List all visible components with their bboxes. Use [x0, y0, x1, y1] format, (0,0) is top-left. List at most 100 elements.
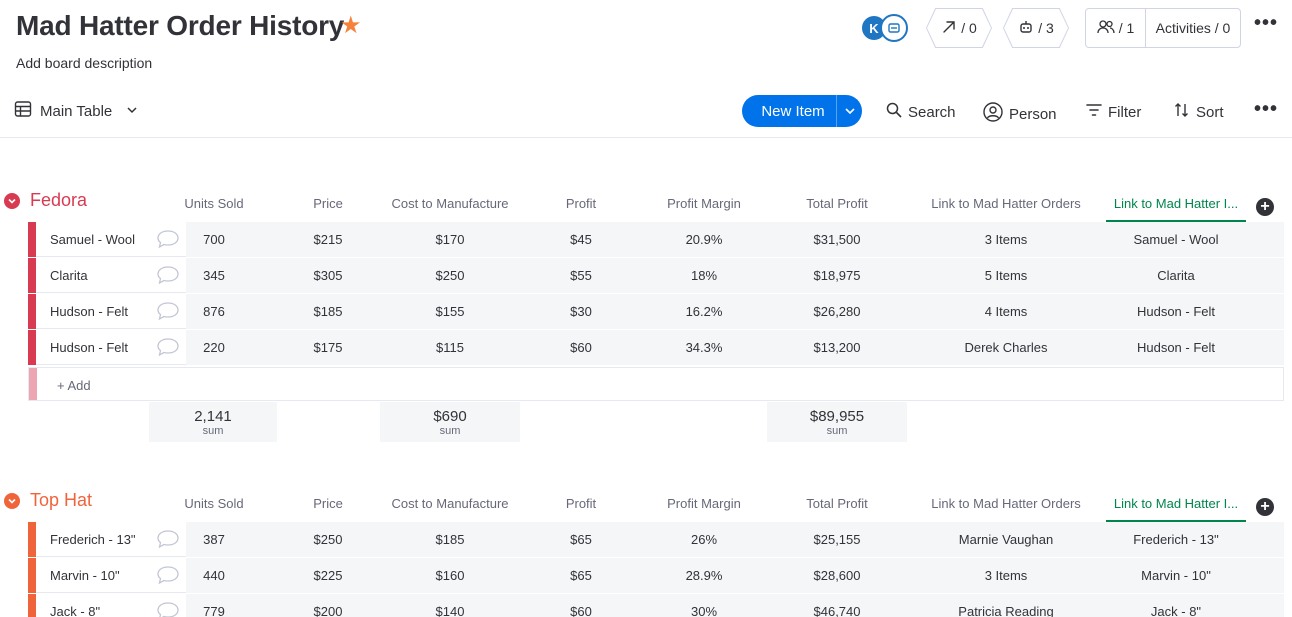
cell-link-items[interactable]: Jack - 8": [1106, 604, 1246, 617]
column-header-profit[interactable]: Profit: [522, 196, 640, 211]
cell-profit[interactable]: $45: [522, 232, 640, 247]
column-header-link-orders[interactable]: Link to Mad Hatter Orders: [908, 496, 1104, 511]
table-row[interactable]: Marvin - 10" 440 $225 $160 $65 28.9% $28…: [28, 558, 1284, 594]
cell-link-items[interactable]: Hudson - Felt: [1106, 340, 1246, 355]
cell-cost[interactable]: $250: [380, 268, 520, 283]
table-row[interactable]: Hudson - Felt 220 $175 $115 $60 34.3% $1…: [28, 330, 1284, 366]
cell-link-items[interactable]: Hudson - Felt: [1106, 304, 1246, 319]
item-name-cell[interactable]: Samuel - Wool: [36, 222, 186, 257]
cell-profit-margin[interactable]: 18%: [644, 268, 764, 283]
automations-button[interactable]: / 0: [926, 8, 992, 48]
add-column-icon[interactable]: +: [1256, 198, 1274, 216]
item-name-cell[interactable]: Hudson - Felt: [36, 330, 186, 365]
group-title[interactable]: Top Hat: [30, 490, 92, 511]
item-name[interactable]: Marvin - 10": [50, 568, 120, 583]
cell-total-profit[interactable]: $46,740: [768, 604, 906, 617]
cell-cost[interactable]: $160: [380, 568, 520, 583]
item-name-cell[interactable]: Frederich - 13": [36, 522, 186, 557]
integrations-button[interactable]: / 3: [1003, 8, 1069, 48]
cell-profit-margin[interactable]: 34.3%: [644, 340, 764, 355]
cell-units-sold[interactable]: 345: [180, 268, 248, 283]
cell-profit[interactable]: $55: [522, 268, 640, 283]
person-filter-button[interactable]: Person: [983, 102, 1057, 126]
cell-link-items[interactable]: Samuel - Wool: [1106, 232, 1246, 247]
toolbar-more-icon[interactable]: •••: [1254, 98, 1278, 121]
cell-units-sold[interactable]: 440: [180, 568, 248, 583]
cell-price[interactable]: $215: [280, 232, 376, 247]
cell-link-orders[interactable]: Patricia Reading: [908, 604, 1104, 617]
guest-avatar-icon[interactable]: [880, 14, 908, 42]
add-item-label[interactable]: + Add: [57, 378, 91, 393]
column-header-total-profit[interactable]: Total Profit: [768, 496, 906, 511]
column-header-price[interactable]: Price: [280, 196, 376, 211]
cell-price[interactable]: $200: [280, 604, 376, 617]
cell-link-orders[interactable]: 5 Items: [908, 268, 1104, 283]
board-title[interactable]: Mad Hatter Order History: [16, 10, 344, 42]
new-item-chevron-icon[interactable]: [836, 95, 862, 127]
cell-units-sold[interactable]: 387: [180, 532, 248, 547]
column-header-link-items[interactable]: Link to Mad Hatter I...: [1106, 196, 1246, 222]
group-title[interactable]: Fedora: [30, 190, 87, 211]
table-row[interactable]: Hudson - Felt 876 $185 $155 $30 16.2% $2…: [28, 294, 1284, 330]
cell-profit[interactable]: $65: [522, 568, 640, 583]
chevron-down-icon[interactable]: [126, 103, 138, 120]
cell-link-items[interactable]: Marvin - 10": [1106, 568, 1246, 583]
board-avatars[interactable]: K: [860, 14, 920, 42]
group-title-wrap[interactable]: Fedora: [4, 190, 87, 211]
column-header-total-profit[interactable]: Total Profit: [768, 196, 906, 211]
members-button[interactable]: / 1: [1086, 9, 1146, 47]
search-button[interactable]: Search: [886, 102, 956, 122]
table-row[interactable]: Frederich - 13" 387 $250 $185 $65 26% $2…: [28, 522, 1284, 558]
item-name[interactable]: Samuel - Wool: [50, 232, 135, 247]
cell-link-orders[interactable]: 4 Items: [908, 304, 1104, 319]
board-description[interactable]: Add board description: [16, 55, 152, 71]
column-header-profit[interactable]: Profit: [522, 496, 640, 511]
cell-profit[interactable]: $65: [522, 532, 640, 547]
cell-link-orders[interactable]: Marnie Vaughan: [908, 532, 1104, 547]
cell-cost[interactable]: $185: [380, 532, 520, 547]
cell-cost[interactable]: $140: [380, 604, 520, 617]
cell-units-sold[interactable]: 700: [180, 232, 248, 247]
chat-bubble-icon[interactable]: [156, 565, 180, 585]
cell-total-profit[interactable]: $28,600: [768, 568, 906, 583]
add-item-row[interactable]: + Add: [28, 367, 1284, 401]
cell-link-orders[interactable]: Derek Charles: [908, 340, 1104, 355]
group-title-wrap[interactable]: Top Hat: [4, 490, 92, 511]
column-header-profit-margin[interactable]: Profit Margin: [644, 496, 764, 511]
cell-link-orders[interactable]: 3 Items: [908, 232, 1104, 247]
filter-button[interactable]: Filter: [1086, 102, 1141, 122]
cell-units-sold[interactable]: 220: [180, 340, 248, 355]
item-name-cell[interactable]: Marvin - 10": [36, 558, 186, 593]
cell-link-items[interactable]: Clarita: [1106, 268, 1246, 283]
item-name-cell[interactable]: Jack - 8": [36, 594, 186, 617]
cell-units-sold[interactable]: 779: [180, 604, 248, 617]
cell-profit-margin[interactable]: 28.9%: [644, 568, 764, 583]
cell-total-profit[interactable]: $25,155: [768, 532, 906, 547]
cell-profit-margin[interactable]: 26%: [644, 532, 764, 547]
item-name[interactable]: Frederich - 13": [50, 532, 136, 547]
cell-link-items[interactable]: Frederich - 13": [1106, 532, 1246, 547]
chat-bubble-icon[interactable]: [156, 337, 180, 357]
cell-cost[interactable]: $170: [380, 232, 520, 247]
cell-profit[interactable]: $60: [522, 604, 640, 617]
group-collapse-icon[interactable]: [4, 492, 20, 509]
item-name[interactable]: Hudson - Felt: [50, 304, 128, 319]
cell-profit-margin[interactable]: 16.2%: [644, 304, 764, 319]
chat-bubble-icon[interactable]: [156, 601, 180, 617]
cell-units-sold[interactable]: 876: [180, 304, 248, 319]
column-header-profit-margin[interactable]: Profit Margin: [644, 196, 764, 211]
cell-price[interactable]: $305: [280, 268, 376, 283]
cell-price[interactable]: $250: [280, 532, 376, 547]
board-more-icon[interactable]: •••: [1254, 12, 1278, 35]
cell-total-profit[interactable]: $13,200: [768, 340, 906, 355]
cell-cost[interactable]: $115: [380, 340, 520, 355]
favorite-star-icon[interactable]: ★: [340, 14, 362, 38]
cell-profit[interactable]: $30: [522, 304, 640, 319]
group-collapse-icon[interactable]: [4, 192, 20, 209]
column-header-units-sold[interactable]: Units Sold: [180, 496, 248, 511]
item-name[interactable]: Jack - 8": [50, 604, 100, 617]
column-header-cost[interactable]: Cost to Manufacture: [380, 196, 520, 211]
cell-profit[interactable]: $60: [522, 340, 640, 355]
column-header-units-sold[interactable]: Units Sold: [180, 196, 248, 211]
table-row[interactable]: Jack - 8" 779 $200 $140 $60 30% $46,740 …: [28, 594, 1284, 617]
